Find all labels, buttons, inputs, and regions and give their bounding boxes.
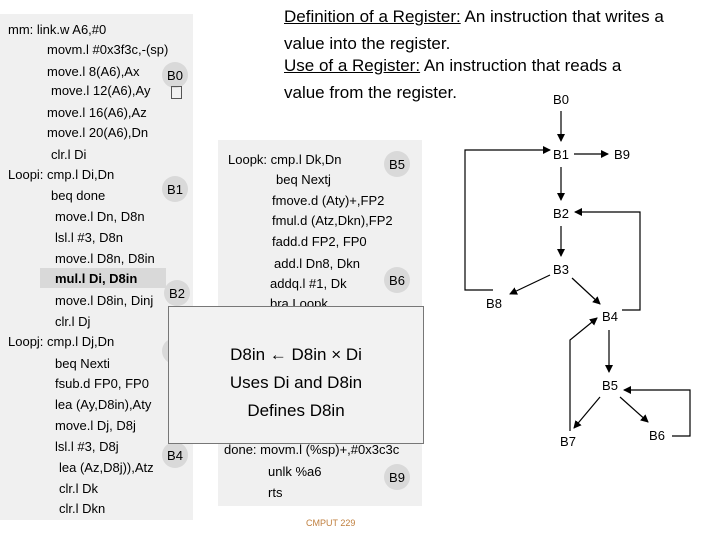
edge-b8-b1 xyxy=(464,146,551,291)
edge-b5-b7 xyxy=(573,396,601,429)
edge-b3-b8 xyxy=(509,274,551,295)
cfg-node-b5: B5 xyxy=(602,377,618,393)
edge-b5-b6 xyxy=(619,396,649,423)
footer-course-code: CMPUT 229 xyxy=(306,518,356,528)
cfg-node-b9: B9 xyxy=(614,146,630,162)
cfg-node-b1: B1 xyxy=(553,146,569,162)
cfg-node-b4: B4 xyxy=(602,308,618,324)
cfg-node-b7: B7 xyxy=(560,433,576,449)
edge-b7-b4 xyxy=(569,317,598,431)
edge-b3-b4 xyxy=(571,277,601,305)
cfg-node-b2: B2 xyxy=(553,205,569,221)
cfg-node-b0: B0 xyxy=(553,91,569,107)
cfg-node-b3: B3 xyxy=(553,261,569,277)
cfg-node-b6: B6 xyxy=(649,427,665,443)
cfg-node-b8: B8 xyxy=(486,295,502,311)
edge-b4-b2 xyxy=(574,208,641,311)
control-flow-graph xyxy=(464,111,691,437)
